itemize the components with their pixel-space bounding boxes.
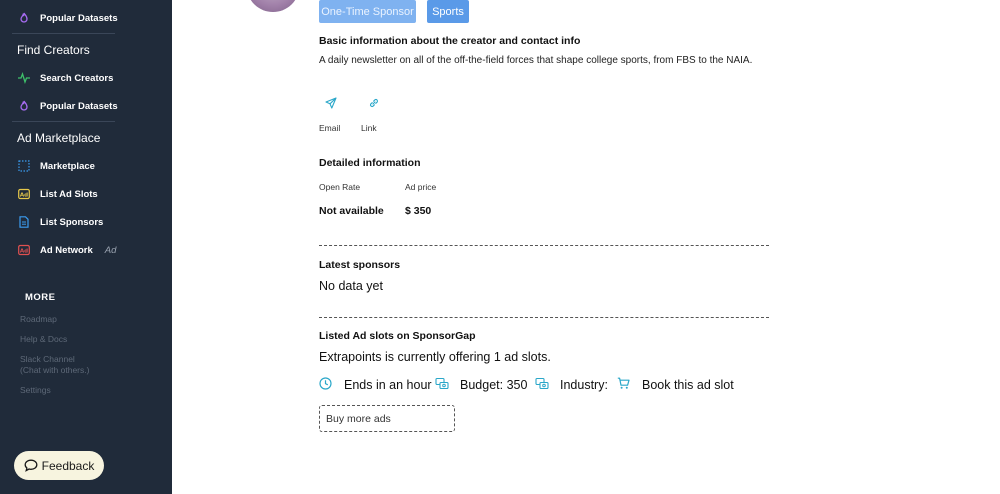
ad-price-value: $ 350 [405, 205, 432, 217]
link-label[interactable]: Link [361, 123, 377, 133]
feedback-label: Feedback [41, 458, 95, 473]
ad-slots-summary: Extrapoints is currently offering 1 ad s… [319, 350, 551, 364]
feedback-button[interactable]: Feedback [14, 451, 104, 480]
ad-tag: Ad [104, 244, 117, 256]
ad-badge-icon: Ad [18, 188, 30, 200]
section-divider [319, 245, 769, 246]
sidebar-item-list-sponsors[interactable]: List Sponsors [0, 208, 172, 236]
slack-channel-link[interactable]: Slack Channel [20, 354, 75, 365]
sidebar-item-list-ad-slots[interactable]: Ad List Ad Slots [0, 180, 172, 208]
flame-icon [18, 12, 30, 24]
sidebar: Popular Datasets Find Creators Search Cr… [0, 0, 172, 494]
send-icon[interactable] [325, 97, 337, 109]
svg-text:Ad: Ad [20, 249, 28, 255]
flame-icon [18, 100, 30, 112]
pill-one-time-sponsor[interactable]: One-Time Sponsor [319, 0, 416, 23]
more-heading: MORE [25, 292, 56, 303]
sidebar-divider [12, 121, 115, 122]
document-icon [18, 216, 30, 228]
ad-marketplace-heading: Ad Marketplace [17, 131, 101, 145]
creator-avatar [247, 0, 299, 12]
roadmap-link[interactable]: Roadmap [20, 314, 57, 325]
latest-sponsors-value: No data yet [319, 279, 383, 293]
activity-icon [18, 72, 30, 84]
buy-more-ads-button[interactable]: Buy more ads [319, 405, 455, 432]
book-ad-slot-link[interactable]: Book this ad slot [642, 378, 734, 392]
cart-icon[interactable] [617, 377, 630, 390]
ad-slot-ends: Ends in an hour [344, 378, 432, 392]
svg-text:Ad: Ad [20, 193, 28, 199]
pill-sports[interactable]: Sports [427, 0, 469, 23]
sidebar-item-label: Popular Datasets [40, 100, 118, 112]
sidebar-item-label: Marketplace [40, 160, 95, 172]
help-docs-link[interactable]: Help & Docs [20, 334, 67, 345]
creator-description: A daily newsletter on all of the off-the… [319, 55, 753, 66]
sidebar-item-label: Search Creators [40, 72, 114, 84]
find-creators-heading: Find Creators [17, 43, 90, 57]
ad-price-label: Ad price [405, 182, 437, 192]
email-label[interactable]: Email [319, 123, 340, 133]
detailed-info-heading: Detailed information [319, 157, 421, 169]
slack-channel-subtext[interactable]: (Chat with others.) [20, 365, 89, 376]
settings-link[interactable]: Settings [20, 385, 51, 396]
basic-info-heading: Basic information about the creator and … [319, 35, 581, 47]
ad-slots-heading: Listed Ad slots on SponsorGap [319, 330, 476, 342]
latest-sponsors-heading: Latest sponsors [319, 259, 401, 271]
ad-slot-budget: Budget: 350 [460, 378, 528, 392]
ad-badge-red-icon: Ad [18, 244, 30, 256]
open-rate-value: Not available [319, 205, 384, 217]
sidebar-item-ad-network[interactable]: Ad Ad Network Ad [0, 236, 172, 264]
coins-icon [435, 377, 449, 390]
chat-bubble-icon [24, 459, 38, 472]
sidebar-item-search-creators[interactable]: Search Creators [0, 64, 172, 92]
section-divider [319, 317, 769, 318]
open-rate-label: Open Rate [319, 182, 361, 192]
sidebar-item-label: Ad Network [40, 244, 93, 256]
buy-more-ads-label: Buy more ads [326, 412, 391, 425]
sidebar-item-popular-datasets[interactable]: Popular Datasets [0, 92, 172, 120]
ad-slot-industry: Industry: [560, 378, 608, 392]
sidebar-item-label: Popular Datasets [40, 12, 118, 24]
sidebar-item-label: List Sponsors [40, 216, 104, 228]
sidebar-item-popular-datasets-top[interactable]: Popular Datasets [0, 4, 172, 32]
clock-icon [319, 377, 332, 390]
dotted-square-icon [18, 160, 30, 172]
sidebar-divider [12, 33, 115, 34]
sidebar-item-label: List Ad Slots [40, 188, 98, 200]
coins-icon [535, 377, 549, 390]
link-icon[interactable] [368, 97, 380, 109]
sidebar-item-marketplace[interactable]: Marketplace [0, 152, 172, 180]
